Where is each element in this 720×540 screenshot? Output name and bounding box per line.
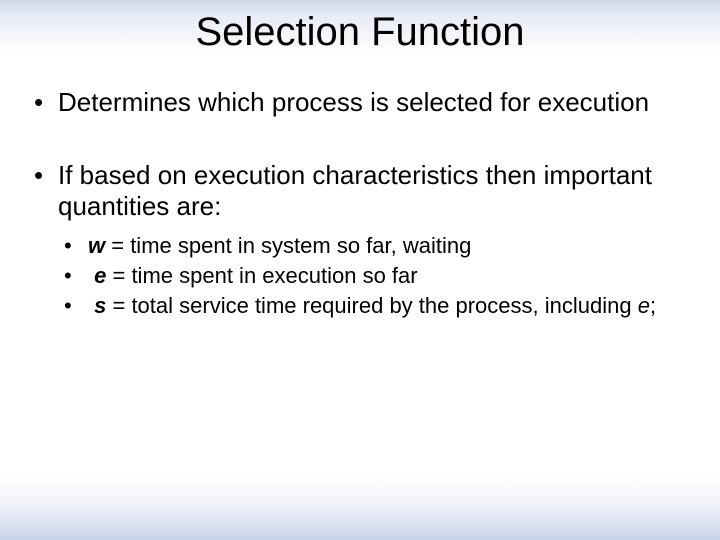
slide-body: Determines which process is selected for… [0,59,720,320]
sub-bullet-text: = time spent in system so far, waiting [105,233,471,258]
variable-w: w [88,233,105,258]
sub-bullet-text: = time spent in execution so far [106,263,417,288]
bullet-text: Determines which process is selected for… [58,87,649,117]
sub-bullet-item: w = time spent in system so far, waiting [58,233,692,259]
bullet-item: Determines which process is selected for… [28,87,692,118]
slide-title: Selection Function [0,0,720,59]
variable-s: s [94,293,106,318]
variable-e: e [94,263,106,288]
sub-bullet-item: e = time spent in execution so far [58,263,692,289]
bullet-list: Determines which process is selected for… [28,87,692,320]
slide: Selection Function Determines which proc… [0,0,720,540]
sub-bullet-text: = total service time required by the pro… [106,293,637,318]
variable-e-ref: e [638,293,650,318]
punct: ; [650,293,656,318]
sub-bullet-list: w = time spent in system so far, waiting… [58,233,692,320]
bullet-item: If based on execution characteristics th… [28,160,692,320]
bullet-text: If based on execution characteristics th… [58,160,652,221]
sub-bullet-item: s = total service time required by the p… [58,293,692,319]
